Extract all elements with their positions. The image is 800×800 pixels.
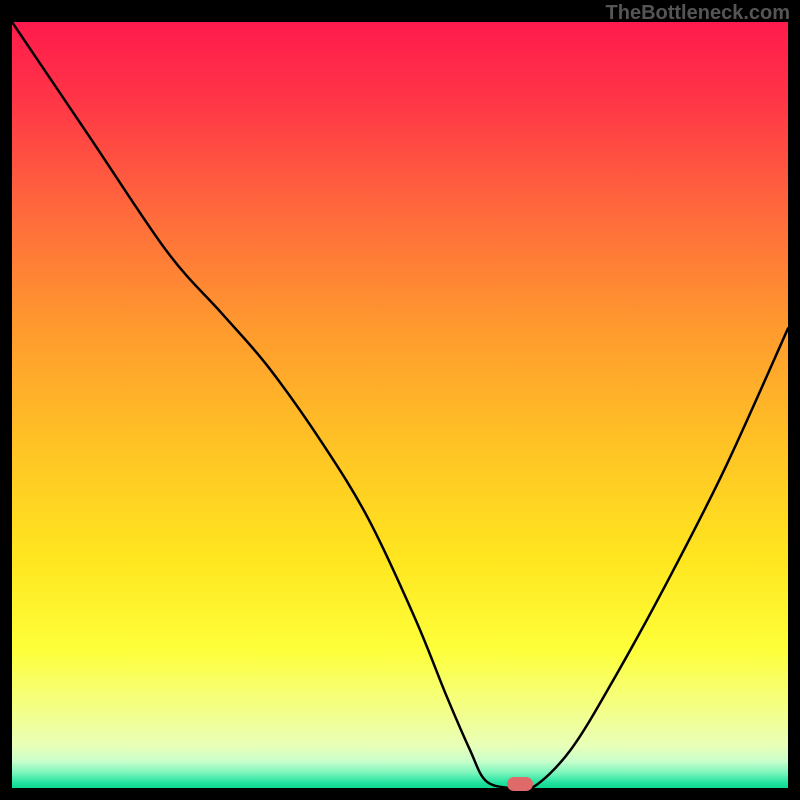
watermark-text: TheBottleneck.com: [606, 2, 790, 25]
bottleneck-curve: [12, 22, 788, 788]
chart-frame: [12, 22, 788, 788]
curve-layer: [12, 22, 788, 788]
optimal-marker: [507, 777, 533, 791]
plot-area: [12, 22, 788, 788]
